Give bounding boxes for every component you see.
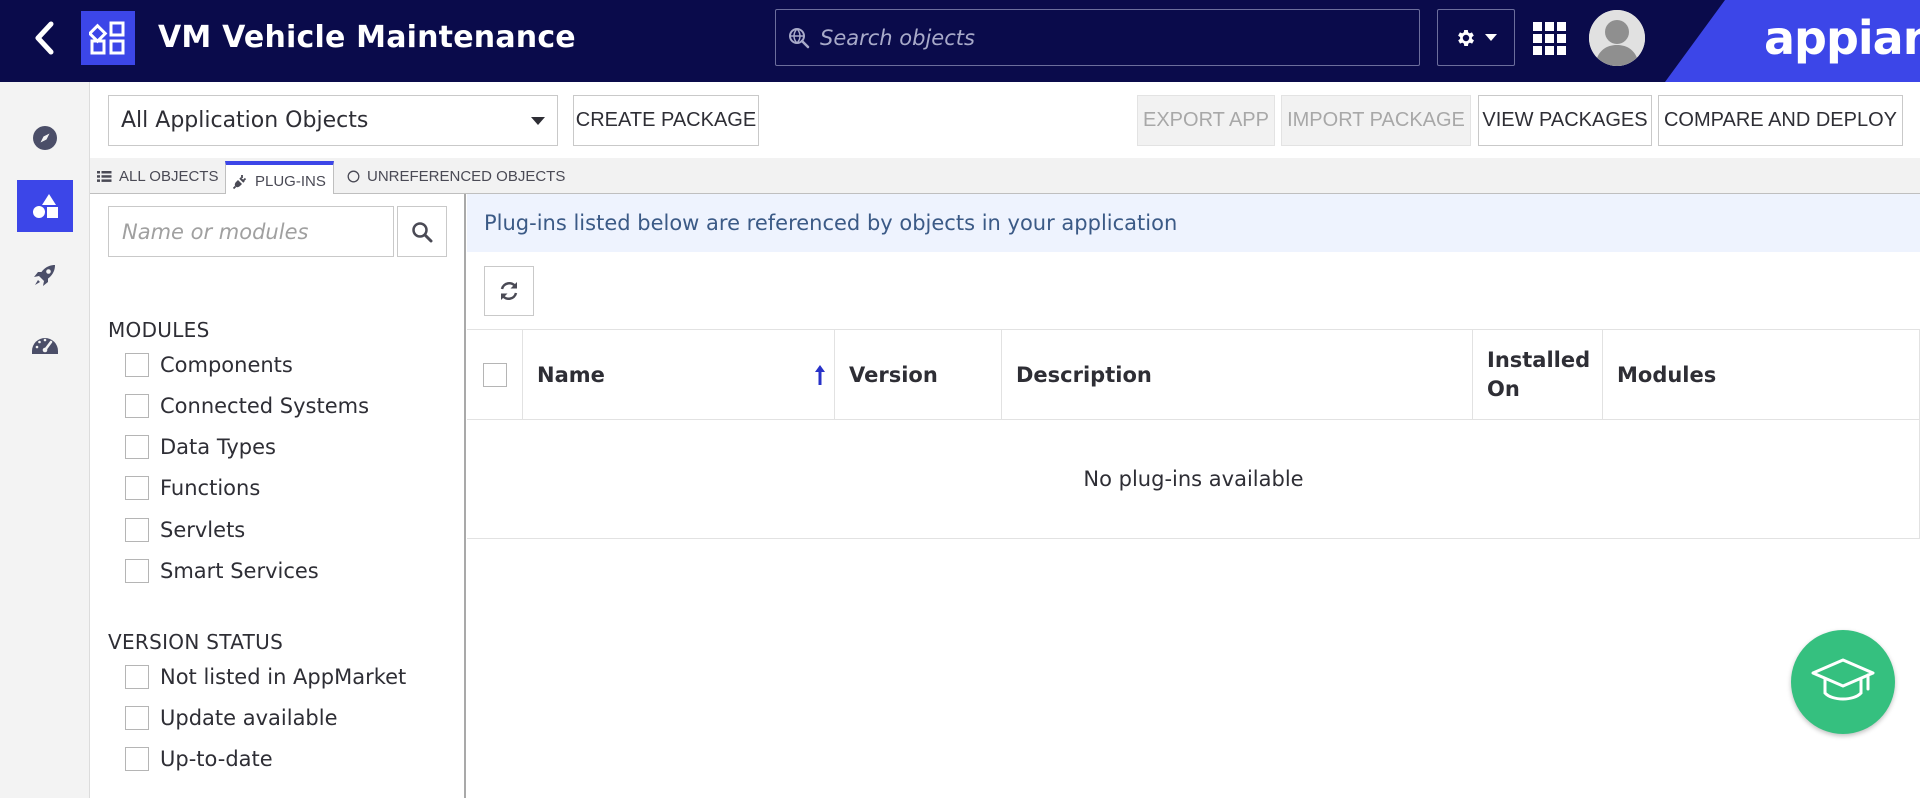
tab-all-objects[interactable]: ALL OBJECTS (90, 158, 225, 194)
gear-icon (1458, 29, 1474, 46)
import-package-button[interactable]: IMPORT PACKAGE (1281, 95, 1471, 146)
global-search (775, 9, 1420, 66)
filter-panel: MODULES Components Connected Systems Dat… (90, 194, 466, 798)
checkbox[interactable] (125, 476, 149, 500)
refresh-button[interactable] (484, 266, 534, 316)
rail-item-deploy[interactable] (17, 249, 73, 301)
caret-down-icon (531, 117, 545, 125)
column-header-modules[interactable]: Modules (1602, 330, 1920, 420)
modules-heading: MODULES (108, 318, 210, 342)
filter-not-listed-in-appmarket[interactable]: Not listed in AppMarket (125, 662, 406, 692)
filter-up-to-date[interactable]: Up-to-date (125, 744, 273, 774)
back-button[interactable] (24, 18, 64, 58)
rocket-icon (34, 265, 55, 286)
checkbox-label: Smart Services (160, 559, 319, 583)
plugins-content: Plug-ins listed below are referenced by … (467, 194, 1920, 798)
app-title: VM Vehicle Maintenance (158, 20, 576, 55)
checkbox[interactable] (125, 353, 149, 377)
object-type-selected: All Application Objects (121, 108, 369, 133)
checkbox[interactable] (125, 435, 149, 459)
compare-and-deploy-button[interactable]: COMPARE AND DEPLOY (1658, 95, 1903, 146)
info-banner: Plug-ins listed below are referenced by … (467, 194, 1920, 252)
empty-state-message: No plug-ins available (1083, 467, 1304, 491)
select-all-cell (467, 330, 522, 420)
grid-header-row: Name Version Description Installed On Mo… (467, 330, 1920, 420)
plugins-grid: Name Version Description Installed On Mo… (467, 329, 1920, 539)
checkbox-label: Components (160, 353, 293, 377)
filter-smart-services[interactable]: Smart Services (125, 556, 319, 586)
column-label: Name (537, 363, 605, 387)
checkbox[interactable] (125, 747, 149, 771)
user-avatar[interactable] (1589, 10, 1645, 66)
chevron-left-icon (35, 21, 54, 55)
app-icon (81, 11, 135, 65)
rail-item-objects[interactable] (17, 180, 73, 232)
caret-down-icon (1485, 33, 1497, 41)
tab-label: PLUG-INS (255, 172, 326, 190)
filter-search-input[interactable] (109, 207, 393, 256)
refresh-icon (500, 282, 518, 300)
filter-search-field (108, 206, 394, 257)
tab-unreferenced-objects[interactable]: UNREFERENCED OBJECTS (340, 158, 572, 194)
rail-item-explore[interactable] (17, 112, 73, 164)
checkbox-label: Servlets (160, 518, 246, 542)
filter-update-available[interactable]: Update available (125, 703, 338, 733)
app-launcher-button[interactable] (1530, 19, 1570, 59)
checkbox[interactable] (125, 518, 149, 542)
search-input[interactable] (820, 10, 1410, 65)
nine-dots-grid-icon (1533, 22, 1566, 55)
filter-connected-systems[interactable]: Connected Systems (125, 391, 369, 421)
top-header: VM Vehicle Maintenance app (0, 0, 1920, 82)
column-header-name[interactable]: Name (522, 330, 834, 420)
select-all-checkbox[interactable] (483, 363, 507, 387)
view-tabs: ALL OBJECTS PLUG-INS UNREFERENCED OBJECT… (90, 158, 1920, 198)
filter-components[interactable]: Components (125, 350, 293, 380)
checkbox-label: Functions (160, 476, 261, 500)
circle-outline-icon (347, 170, 360, 182)
gauge-icon (32, 338, 58, 354)
checkbox[interactable] (125, 706, 149, 730)
list-icon (97, 170, 112, 182)
object-type-dropdown[interactable]: All Application Objects (108, 95, 558, 146)
checkbox-label: Up-to-date (160, 747, 273, 771)
checkbox[interactable] (125, 665, 149, 689)
appian-logo: appian (1764, 11, 1920, 65)
checkbox-label: Connected Systems (160, 394, 370, 418)
search-globe-icon (787, 26, 811, 54)
column-header-installed-on[interactable]: Installed On (1472, 330, 1602, 420)
checkbox-label: Data Types (160, 435, 276, 459)
search-icon (412, 221, 433, 242)
shapes-icon (33, 194, 58, 218)
sort-ascending-arrow-icon (815, 365, 825, 385)
view-packages-button[interactable]: VIEW PACKAGES (1478, 95, 1652, 146)
app-grid-icon (89, 21, 125, 55)
filter-servlets[interactable]: Servlets (125, 515, 245, 545)
plug-icon (233, 174, 247, 189)
left-navigation-rail (0, 82, 90, 798)
column-header-version[interactable]: Version (834, 330, 1001, 420)
tab-label: UNREFERENCED OBJECTS (367, 167, 566, 185)
learning-help-button[interactable] (1791, 630, 1895, 734)
checkbox-label: Not listed in AppMarket (160, 665, 407, 689)
filter-search-button[interactable] (397, 206, 447, 257)
version-status-heading: VERSION STATUS (108, 630, 284, 654)
tab-plug-ins[interactable]: PLUG-INS (225, 161, 334, 198)
graduation-cap-icon (1811, 658, 1875, 701)
create-package-button[interactable]: CREATE PACKAGE (573, 95, 759, 146)
checkbox[interactable] (125, 559, 149, 583)
settings-menu-button[interactable] (1437, 9, 1515, 66)
application-toolbar: All Application Objects CREATE PACKAGE E… (90, 82, 1920, 158)
checkbox-label: Update available (160, 706, 338, 730)
export-app-button[interactable]: EXPORT APP (1137, 95, 1275, 146)
filter-functions[interactable]: Functions (125, 473, 260, 503)
checkbox[interactable] (125, 394, 149, 418)
tab-label: ALL OBJECTS (119, 167, 219, 185)
compass-icon (33, 126, 57, 150)
user-silhouette-icon (1589, 10, 1645, 66)
column-header-description[interactable]: Description (1001, 330, 1472, 420)
rail-item-monitoring[interactable] (17, 318, 73, 370)
filter-data-types[interactable]: Data Types (125, 432, 276, 462)
